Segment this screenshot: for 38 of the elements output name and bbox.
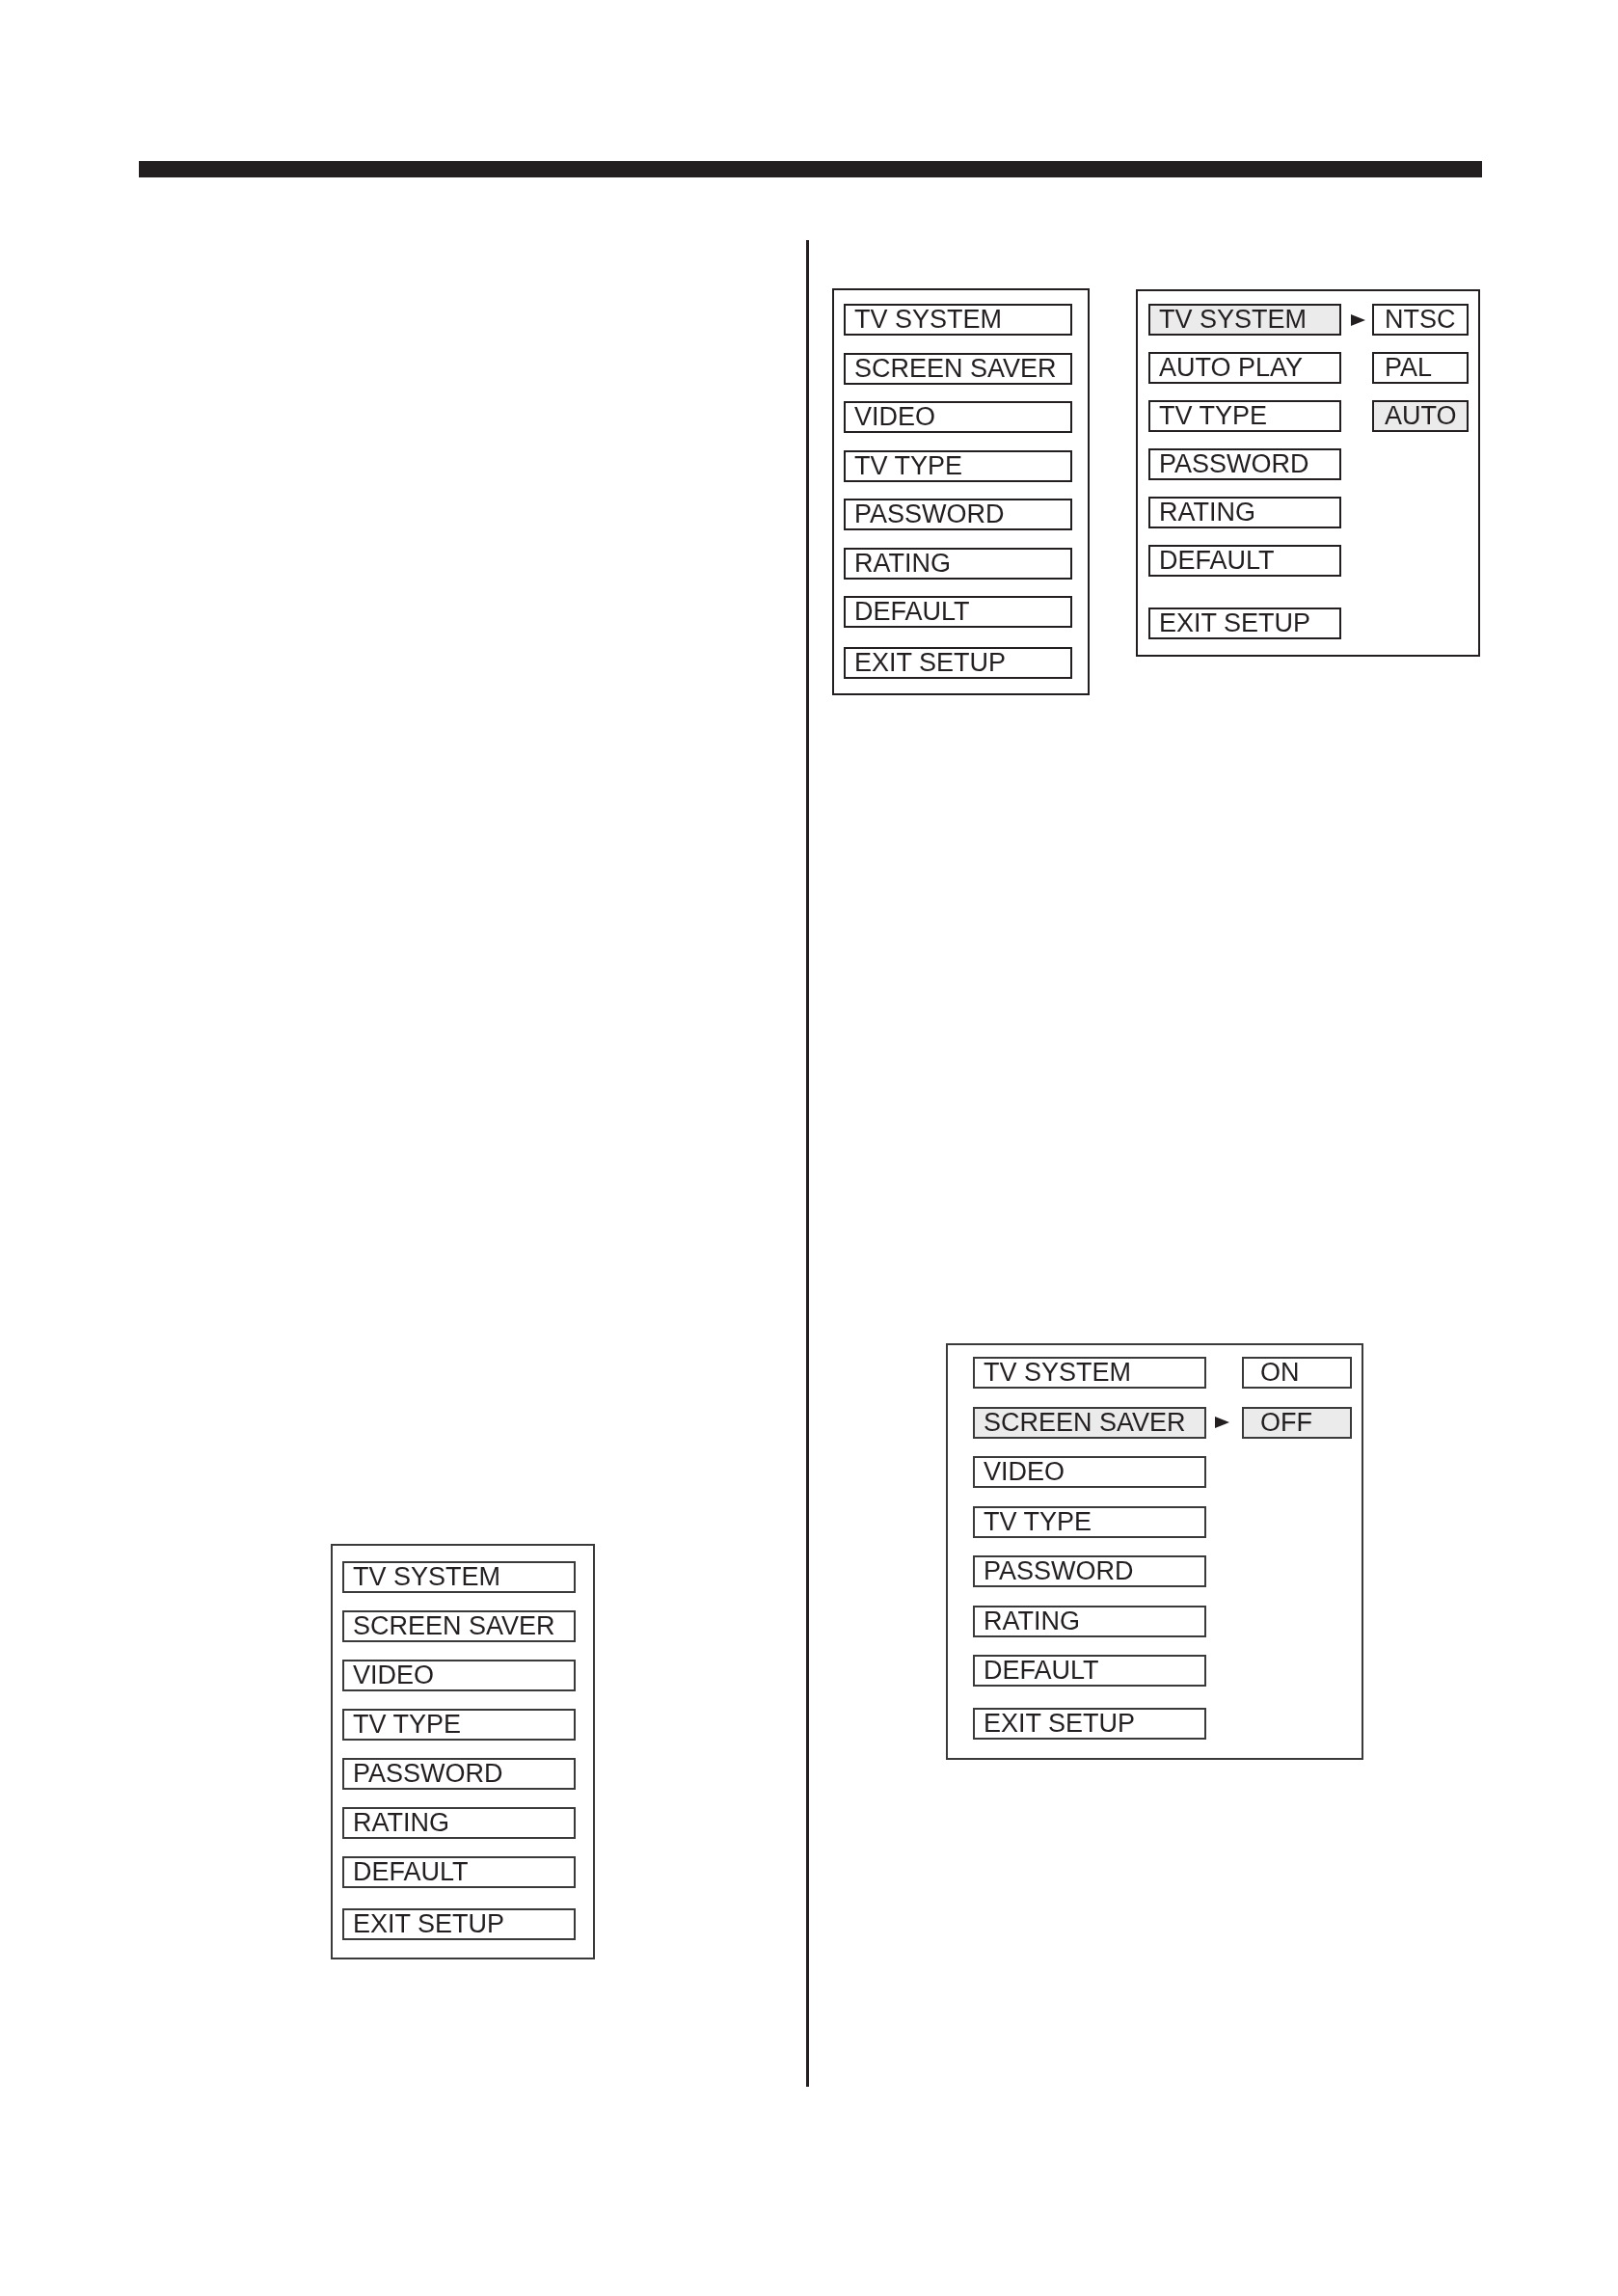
menu-item[interactable]: DEFAULT (342, 1856, 576, 1888)
menu-item[interactable]: RATING (973, 1605, 1206, 1637)
menu-item[interactable]: TV TYPE (342, 1709, 576, 1741)
menu-item[interactable]: TV SYSTEM (342, 1561, 576, 1593)
menu-item[interactable]: PASSWORD (342, 1758, 576, 1790)
option-item[interactable]: OFF (1242, 1406, 1352, 1439)
menu-item[interactable]: AUTO PLAY (1148, 352, 1341, 384)
menu-item[interactable]: VIDEO (342, 1660, 576, 1691)
option-item[interactable]: PAL (1372, 352, 1469, 384)
menu-item[interactable]: RATING (342, 1807, 576, 1839)
option-item[interactable]: AUTO (1372, 400, 1469, 432)
right-arrow-icon (1351, 313, 1365, 326)
menu-item[interactable]: TV TYPE (973, 1505, 1206, 1538)
menu-item[interactable]: DEFAULT (973, 1655, 1206, 1687)
menu-item[interactable]: DEFAULT (844, 596, 1072, 628)
menu-item[interactable]: TV SYSTEM (1148, 304, 1341, 336)
menu-item[interactable]: PASSWORD (1148, 448, 1341, 480)
menu-item[interactable]: VIDEO (844, 401, 1072, 433)
menu-item[interactable]: RATING (844, 547, 1072, 580)
option-item[interactable]: ON (1242, 1357, 1352, 1389)
menu-item[interactable]: EXIT SETUP (1148, 608, 1341, 639)
menu-item[interactable]: EXIT SETUP (844, 647, 1072, 679)
menu-item[interactable]: TV SYSTEM (844, 304, 1072, 336)
menu-item[interactable]: PASSWORD (844, 499, 1072, 530)
menu-item[interactable]: DEFAULT (1148, 545, 1341, 577)
menu-item[interactable]: TV SYSTEM (973, 1357, 1206, 1389)
menu-item[interactable]: SCREEN SAVER (342, 1610, 576, 1642)
menu-item[interactable]: TV TYPE (844, 449, 1072, 482)
option-item[interactable]: NTSC (1372, 304, 1469, 336)
menu-item[interactable]: RATING (1148, 497, 1341, 528)
right-arrow-icon (1215, 1417, 1229, 1428)
menu-item[interactable]: SCREEN SAVER (844, 352, 1072, 385)
menu-item[interactable]: EXIT SETUP (342, 1908, 576, 1940)
menu-item[interactable]: EXIT SETUP (973, 1708, 1206, 1740)
menu-item[interactable]: PASSWORD (973, 1555, 1206, 1587)
menu-item[interactable]: VIDEO (973, 1456, 1206, 1488)
menu-item[interactable]: TV TYPE (1148, 400, 1341, 432)
menu-item[interactable]: SCREEN SAVER (973, 1406, 1206, 1439)
